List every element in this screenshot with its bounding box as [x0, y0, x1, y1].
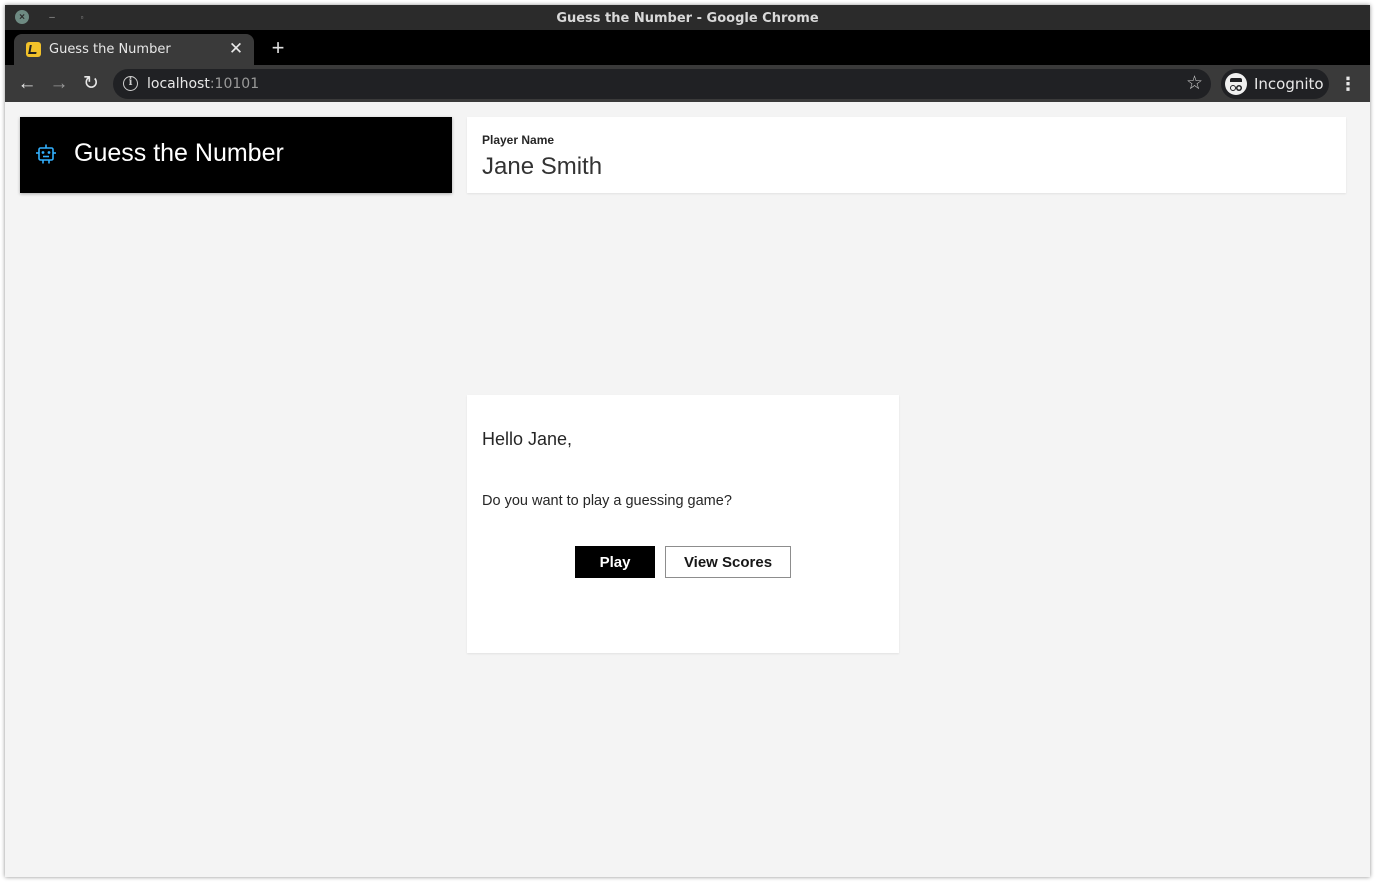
tab-strip: Guess the Number ✕ +	[5, 30, 1370, 65]
tab-guess-the-number[interactable]: Guess the Number ✕	[14, 34, 254, 65]
play-button[interactable]: Play	[575, 546, 655, 578]
url-host: localhost	[147, 76, 210, 92]
incognito-label: Incognito	[1254, 75, 1324, 93]
url-port: :10101	[209, 76, 260, 92]
app-title: Guess the Number	[74, 139, 284, 167]
site-info-icon[interactable]: i	[123, 76, 138, 91]
incognito-icon	[1225, 73, 1247, 95]
address-bar[interactable]: i localhost:10101 ☆	[113, 69, 1211, 99]
player-card: Player Name Jane Smith	[467, 117, 1346, 193]
incognito-indicator[interactable]: Incognito	[1221, 69, 1329, 99]
player-name-label: Player Name	[482, 133, 555, 147]
view-scores-button[interactable]: View Scores	[665, 546, 791, 578]
forward-button[interactable]: →	[46, 71, 72, 97]
app-header: Guess the Number	[20, 117, 452, 193]
question-text: Do you want to play a guessing game?	[482, 493, 732, 509]
greeting-text: Hello Jane,	[482, 429, 573, 449]
page-content: Guess the Number Player Name Jane Smith …	[5, 102, 1370, 877]
reload-button[interactable]: ↻	[78, 71, 104, 97]
bot-icon	[36, 144, 56, 164]
bookmark-star-icon[interactable]: ☆	[1186, 72, 1203, 95]
window-title: Guess the Number - Google Chrome	[556, 11, 819, 26]
title-bar: × – ▫ Guess the Number - Google Chrome	[5, 5, 1370, 30]
browser-menu-button[interactable]: ⋮	[1338, 71, 1358, 97]
game-card: Hello Jane, Do you want to play a guessi…	[467, 395, 899, 653]
tab-title: Guess the Number	[49, 42, 171, 57]
player-name: Jane Smith	[482, 153, 603, 180]
url-text[interactable]: localhost:10101	[147, 76, 259, 92]
browser-window: × – ▫ Guess the Number - Google Chrome G…	[5, 5, 1370, 877]
tab-close-icon[interactable]: ✕	[226, 39, 246, 59]
browser-toolbar: ← → ↻ i localhost:10101 ☆ Incognito ⋮	[5, 65, 1370, 102]
back-button[interactable]: ←	[14, 71, 40, 97]
favicon-icon	[26, 42, 41, 57]
new-tab-button[interactable]: +	[265, 35, 291, 61]
